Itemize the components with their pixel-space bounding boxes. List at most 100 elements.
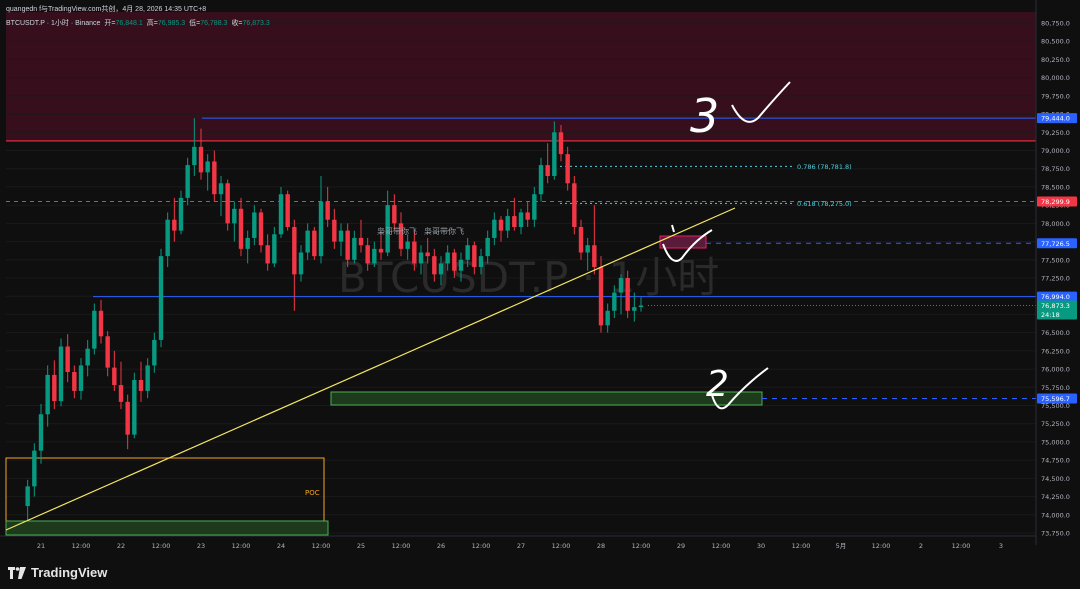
candle-body: [305, 230, 310, 253]
candle-body: [378, 248, 384, 253]
price-axis[interactable]: 80,750.0 80,500.0 80,250.0 80,000.0 79,750.0…: [1035, 0, 1080, 559]
candle-body: [445, 252, 450, 264]
candle-body: [572, 183, 577, 227]
time-tick-label: 22: [117, 542, 125, 550]
candle-body: [98, 310, 104, 337]
time-tick-label: 12:00: [632, 542, 651, 550]
price-badge-label: 77,726.5: [1041, 240, 1070, 248]
time-tick-label: 12:00: [232, 542, 251, 550]
candle-body: [25, 486, 30, 507]
time-tick-label: 30: [757, 542, 765, 550]
price-tick-label: 80,250.0: [1041, 56, 1070, 64]
price-badge-label: 24:18: [1041, 311, 1060, 319]
time-tick-label: 27: [517, 542, 525, 550]
watermark: BTCUSDT.P · 1小时: [338, 253, 719, 302]
time-tick-label: 5月: [836, 542, 847, 550]
price-tick-label: 75,000.0: [1041, 438, 1070, 446]
candle-body: [205, 161, 210, 173]
candle-body: [112, 367, 117, 386]
candle-body: [105, 336, 110, 368]
candle-body: [252, 212, 257, 238]
candle-body: [158, 256, 164, 340]
candle-body: [472, 245, 477, 268]
candle-body: [512, 216, 517, 227]
time-tick-label: 21: [37, 542, 45, 550]
time-tick-label: 28: [597, 542, 605, 550]
candle-body: [352, 237, 357, 260]
candle-body: [492, 219, 497, 238]
price-tick-label: 79,250.0: [1041, 129, 1070, 137]
candle-body: [278, 194, 284, 235]
time-tick-label: 29: [677, 542, 685, 550]
price-chart[interactable]: BTCUSDT.P · 1小时 POC 枭哥带你飞 枭哥带你飞 0.786 (7…: [0, 0, 1080, 559]
poc-label: POC: [305, 489, 320, 497]
price-tick-label: 80,500.0: [1041, 38, 1070, 46]
tradingview-logo-text: TradingView: [31, 565, 108, 580]
price-tick-label: 74,000.0: [1041, 511, 1070, 519]
candle-body: [238, 208, 244, 249]
candle-body: [118, 385, 124, 402]
candle-body: [612, 292, 617, 311]
candle-body: [38, 414, 44, 451]
candle-body: [32, 450, 37, 487]
candle-body: [498, 219, 504, 231]
candle-body: [218, 183, 224, 195]
fib-618-label: 0.618 (78,275.0): [797, 200, 852, 208]
time-tick-label: 26: [437, 542, 445, 550]
price-tick-label: 80,750.0: [1041, 20, 1070, 28]
candle-body: [358, 237, 364, 246]
candle-body: [292, 227, 297, 275]
candle-body: [458, 259, 464, 271]
candle-body: [138, 380, 144, 391]
time-tick-label: 12:00: [72, 542, 91, 550]
candle-body: [405, 241, 410, 249]
candle-body: [232, 208, 237, 224]
price-tick-label: 75,750.0: [1041, 384, 1070, 392]
demand-zone[interactable]: [330, 391, 763, 406]
handwritten-3: 3: [690, 89, 719, 143]
price-tick-label: 74,750.0: [1041, 457, 1070, 465]
ohlc-open: 开=76,848.1: [104, 20, 143, 27]
time-tick-label: 2: [919, 542, 923, 550]
time-tick-label: 12:00: [552, 542, 571, 550]
candle-body: [298, 252, 304, 275]
candle-body: [632, 307, 637, 311]
time-tick-label: 25: [357, 542, 365, 550]
poc-bottom-zone[interactable]: [5, 520, 329, 536]
price-badge-label: 75,596.7: [1041, 395, 1070, 403]
candle-body: [192, 146, 197, 166]
candle-body: [92, 310, 97, 349]
candle-body: [505, 216, 510, 231]
price-tick-label: 76,500.0: [1041, 329, 1070, 337]
candle-body: [552, 132, 557, 176]
candle-body: [85, 348, 90, 366]
candle-body: [625, 278, 630, 311]
time-tick-label: 12:00: [152, 542, 171, 550]
chart-header: quangedn f与TradingView.com共创，4月 28, 2026…: [6, 4, 270, 28]
candle-body: [165, 219, 170, 257]
candle-body: [265, 245, 270, 264]
symbol-line: BTCUSDT.P · 1小时 · Binance 开=76,848.1 高=7…: [6, 18, 270, 28]
supply-zone[interactable]: [6, 12, 1036, 142]
price-tick-label: 76,250.0: [1041, 347, 1070, 355]
candle-body: [565, 154, 570, 184]
candle-body: [418, 252, 424, 264]
price-tick-label: 79,750.0: [1041, 92, 1070, 100]
candle-body: [258, 212, 264, 246]
candle-body: [438, 263, 444, 275]
candle-body: [412, 241, 417, 264]
candle-body: [45, 374, 50, 415]
candle-body: [285, 194, 290, 227]
candle-body: [345, 230, 350, 260]
candle-body: [392, 205, 397, 224]
price-badge-label: 76,873.3: [1041, 302, 1070, 310]
time-tick-label: 12:00: [792, 542, 811, 550]
time-tick-label: 12:00: [952, 542, 971, 550]
time-tick-label: 12:00: [392, 542, 411, 550]
author-tag-1: 枭哥带你飞: [377, 226, 417, 236]
tradingview-logo[interactable]: TradingView: [8, 565, 107, 580]
symbol-info[interactable]: BTCUSDT.P · 1小时 · Binance: [6, 18, 100, 28]
time-tick-label: 12:00: [312, 542, 331, 550]
candle-body: [65, 346, 70, 372]
candle-body: [465, 245, 470, 260]
